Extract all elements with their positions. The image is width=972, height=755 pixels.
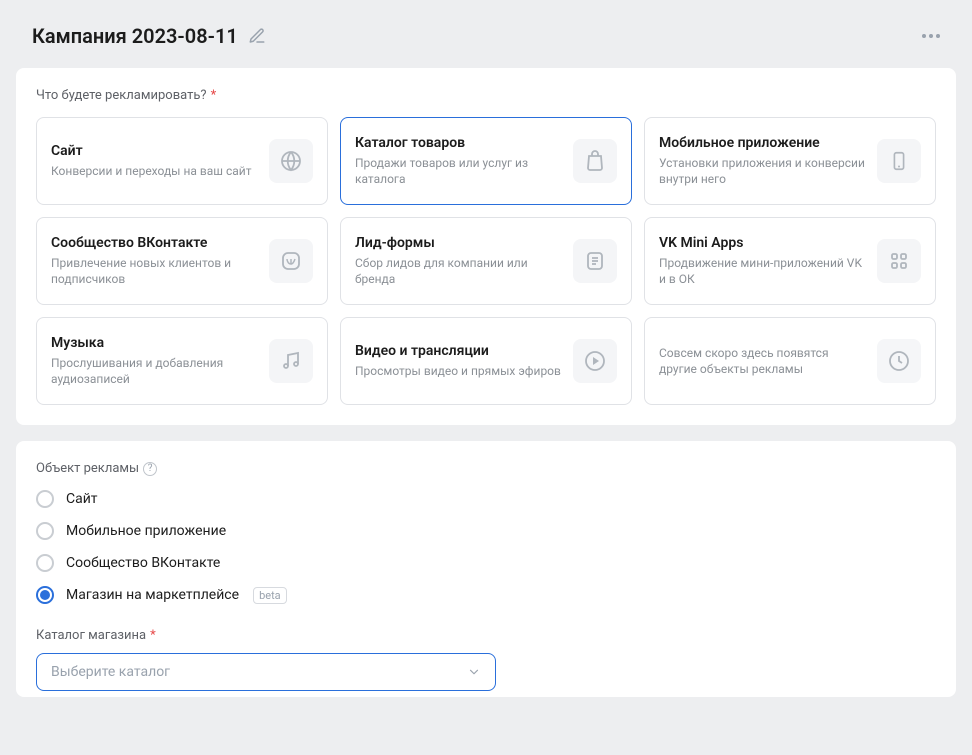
grid-icon <box>877 239 921 283</box>
bag-icon <box>573 139 617 183</box>
card-text: Видео и трансляции Просмотры видео и прям… <box>355 343 563 379</box>
help-icon[interactable]: ? <box>143 462 157 476</box>
title-wrap: Кампания 2023-08-11 <box>32 24 266 48</box>
radio-item-0[interactable]: Сайт <box>36 490 936 508</box>
card-text: Совсем скоро здесь появятся другие объек… <box>659 345 867 377</box>
card-title: Мобильное приложение <box>659 135 867 151</box>
card-music[interactable]: Музыка Прослушивания и добавления аудиоза… <box>36 317 328 405</box>
card-desc: Привлечение новых клиентов и подписчиков <box>51 255 259 287</box>
campaign-title: Кампания 2023-08-11 <box>32 24 238 48</box>
card-grid[interactable]: VK Mini Apps Продвижение мини-приложений … <box>644 217 936 305</box>
globe-icon <box>269 139 313 183</box>
card-desc: Сбор лидов для компании или бренда <box>355 255 563 287</box>
catalog-select-placeholder: Выберите каталог <box>51 664 170 680</box>
radio-item-1[interactable]: Мобильное приложение <box>36 522 936 540</box>
card-desc: Конверсии и переходы на ваш сайт <box>51 163 259 179</box>
radio-circle <box>36 554 54 572</box>
card-form[interactable]: Лид-формы Сбор лидов для компании или бре… <box>340 217 632 305</box>
clock-icon <box>877 339 921 383</box>
card-play[interactable]: Видео и трансляции Просмотры видео и прям… <box>340 317 632 405</box>
edit-icon[interactable] <box>248 27 266 45</box>
vk-icon <box>269 239 313 283</box>
radio-label: Магазин на маркетплейсе <box>66 587 239 603</box>
more-icon[interactable] <box>922 34 940 38</box>
card-desc: Прослушивания и добавления аудиозаписей <box>51 355 259 387</box>
chevron-down-icon <box>467 665 481 679</box>
card-globe[interactable]: Сайт Конверсии и переходы на ваш сайт <box>36 117 328 205</box>
card-title: Каталог товаров <box>355 135 563 151</box>
promote-label: Что будете рекламировать? * <box>36 88 936 103</box>
radio-label: Мобильное приложение <box>66 523 226 539</box>
radio-item-3[interactable]: Магазин на маркетплейсе beta <box>36 586 936 604</box>
radio-circle <box>36 490 54 508</box>
beta-badge: beta <box>253 587 287 604</box>
cards-grid: Сайт Конверсии и переходы на ваш сайт Ката… <box>36 117 936 405</box>
card-title: Сообщество ВКонтакте <box>51 235 259 251</box>
card-phone[interactable]: Мобильное приложение Установки приложения… <box>644 117 936 205</box>
play-icon <box>573 339 617 383</box>
radio-label: Сообщество ВКонтакте <box>66 555 220 571</box>
card-bag[interactable]: Каталог товаров Продажи товаров или услуг… <box>340 117 632 205</box>
music-icon <box>269 339 313 383</box>
card-desc: Продвижение мини-приложений VK и в ОК <box>659 255 867 287</box>
object-panel: Объект рекламы ? Сайт Мобильное приложени… <box>16 441 956 697</box>
phone-icon <box>877 139 921 183</box>
radio-item-2[interactable]: Сообщество ВКонтакте <box>36 554 936 572</box>
card-text: Каталог товаров Продажи товаров или услуг… <box>355 135 563 187</box>
card-title: Видео и трансляции <box>355 343 563 359</box>
card-desc: Совсем скоро здесь появятся другие объек… <box>659 345 867 377</box>
radio-list: Сайт Мобильное приложение Сообщество ВКонт… <box>36 490 936 604</box>
required-marker: * <box>150 628 156 643</box>
card-vk[interactable]: Сообщество ВКонтакте Привлечение новых кл… <box>36 217 328 305</box>
card-text: Сообщество ВКонтакте Привлечение новых кл… <box>51 235 259 287</box>
promote-panel: Что будете рекламировать? * Сайт Конверси… <box>16 68 956 425</box>
card-title: Музыка <box>51 335 259 351</box>
card-title: Сайт <box>51 143 259 159</box>
radio-circle <box>36 586 54 604</box>
object-label-text: Объект рекламы <box>36 461 139 476</box>
card-desc: Установки приложения и конверсии внутри … <box>659 155 867 187</box>
card-title: VK Mini Apps <box>659 235 867 251</box>
object-label: Объект рекламы ? <box>36 461 936 476</box>
card-clock: Совсем скоро здесь появятся другие объек… <box>644 317 936 405</box>
catalog-select[interactable]: Выберите каталог <box>36 653 496 691</box>
catalog-label-text: Каталог магазина <box>36 628 146 643</box>
radio-label: Сайт <box>66 491 98 507</box>
card-title: Лид-формы <box>355 235 563 251</box>
card-text: Сайт Конверсии и переходы на ваш сайт <box>51 143 259 179</box>
card-text: Лид-формы Сбор лидов для компании или бре… <box>355 235 563 287</box>
card-desc: Продажи товаров или услуг из каталога <box>355 155 563 187</box>
page-header: Кампания 2023-08-11 <box>0 0 972 68</box>
card-desc: Просмотры видео и прямых эфиров <box>355 363 563 379</box>
promote-label-text: Что будете рекламировать? <box>36 88 207 103</box>
card-text: Музыка Прослушивания и добавления аудиоза… <box>51 335 259 387</box>
catalog-label: Каталог магазина * <box>36 628 936 643</box>
form-icon <box>573 239 617 283</box>
required-marker: * <box>211 88 217 103</box>
card-text: Мобильное приложение Установки приложения… <box>659 135 867 187</box>
card-text: VK Mini Apps Продвижение мини-приложений … <box>659 235 867 287</box>
radio-circle <box>36 522 54 540</box>
